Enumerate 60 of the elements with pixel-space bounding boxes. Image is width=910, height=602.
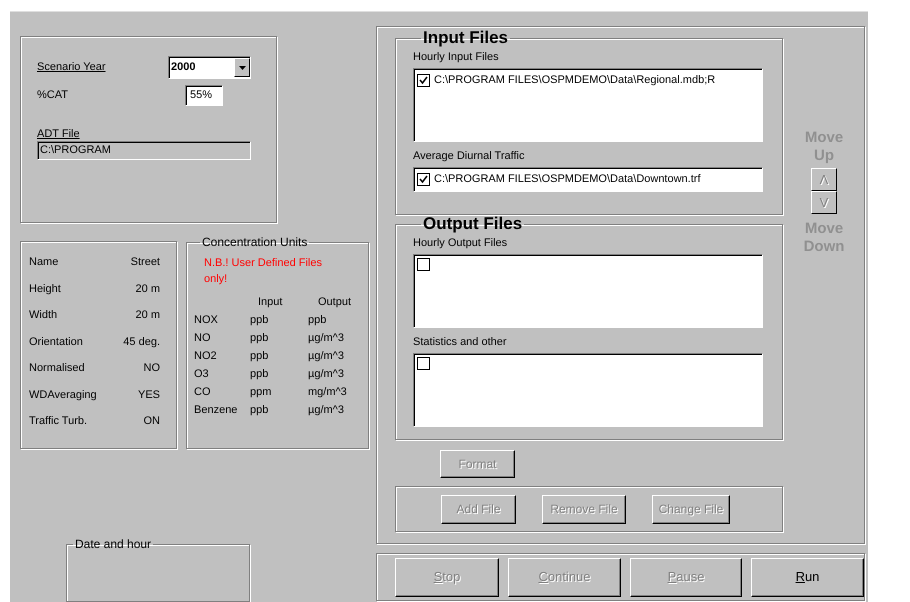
output-unit: ppb xyxy=(308,313,328,328)
property-value: Street xyxy=(130,255,160,270)
group-title: Output Files xyxy=(422,215,524,233)
output-unit: µg/m^3 xyxy=(308,403,345,418)
property-value: NO xyxy=(142,361,160,376)
checkbox[interactable] xyxy=(417,172,430,186)
output-unit: µg/m^3 xyxy=(308,367,345,382)
file-path: C:\PROGRAM FILES\OSPMDEMO\Data\Downtown.trf xyxy=(434,172,701,187)
pollutant-name: NO xyxy=(194,331,212,346)
run-control-button[interactable]: Run xyxy=(751,558,864,596)
group-title: Concentration Units xyxy=(201,234,308,252)
pollutant-name: CO xyxy=(194,385,212,400)
checkbox[interactable] xyxy=(417,74,430,87)
output-unit: mg/m^3 xyxy=(308,385,348,400)
pollutant-name: NO2 xyxy=(194,349,218,364)
list-label: Hourly Input Files xyxy=(413,50,500,65)
user-defined-note: N.B.! User Defined Files only! xyxy=(203,256,323,288)
input-unit: ppb xyxy=(250,367,270,382)
property-label: Width xyxy=(29,308,58,324)
property-label: Name xyxy=(29,255,60,270)
list-label: Average Diurnal Traffic xyxy=(413,149,526,164)
file-list[interactable]: C:\PROGRAM FILES\OSPMDEMO\Data\Downtown.trf xyxy=(413,167,763,192)
property-label: Height xyxy=(29,282,62,297)
column-header: Input xyxy=(257,295,284,310)
scenario-year-label: Scenario Year xyxy=(37,60,106,76)
input-unit: ppb xyxy=(250,331,270,346)
checkbox[interactable] xyxy=(417,357,430,370)
property-value: 20 m xyxy=(134,308,160,324)
list-label: Statistics and other xyxy=(413,335,508,350)
output-unit: µg/m^3 xyxy=(308,349,345,364)
cat-label: %CAT xyxy=(37,88,69,104)
year-dropdown[interactable]: 2000 xyxy=(168,56,251,79)
input-unit: ppb xyxy=(250,403,270,418)
file-list[interactable] xyxy=(413,254,763,328)
adt-file-field[interactable]: C:\PROGRAM xyxy=(37,141,251,160)
property-label: Orientation xyxy=(29,334,84,350)
cat-field[interactable]: 55% xyxy=(185,85,223,106)
property-value: 20 m xyxy=(134,282,160,297)
column-header: Output xyxy=(317,295,352,310)
input-unit: ppb xyxy=(250,349,270,364)
group-title: Input Files xyxy=(422,29,509,47)
input-unit: ppm xyxy=(250,385,272,400)
adt-file-label: ADT File xyxy=(37,127,81,141)
group-title: Date and hour xyxy=(74,536,152,554)
input-unit: ppb xyxy=(250,313,270,328)
checkbox[interactable] xyxy=(417,258,430,271)
pollutant-name: O3 xyxy=(194,367,210,382)
property-value: YES xyxy=(136,388,160,403)
file-list[interactable] xyxy=(413,353,763,427)
pollutant-name: Benzene xyxy=(194,403,238,418)
property-value: 45 deg. xyxy=(122,334,160,350)
property-label: Normalised xyxy=(29,361,86,376)
file-path: C:\PROGRAM FILES\OSPMDEMO\Data\Regional.mdb;R xyxy=(434,73,716,88)
property-label: Traffic Turb. xyxy=(29,414,88,430)
property-value: ON xyxy=(142,414,160,430)
list-label: Hourly Output Files xyxy=(413,236,508,251)
file-list[interactable]: C:\PROGRAM FILES\OSPMDEMO\Data\Regional.mdb;R xyxy=(413,68,763,142)
pollutant-name: NOX xyxy=(194,313,219,328)
property-label: WDAveraging xyxy=(29,388,98,403)
output-unit: µg/m^3 xyxy=(308,331,345,346)
